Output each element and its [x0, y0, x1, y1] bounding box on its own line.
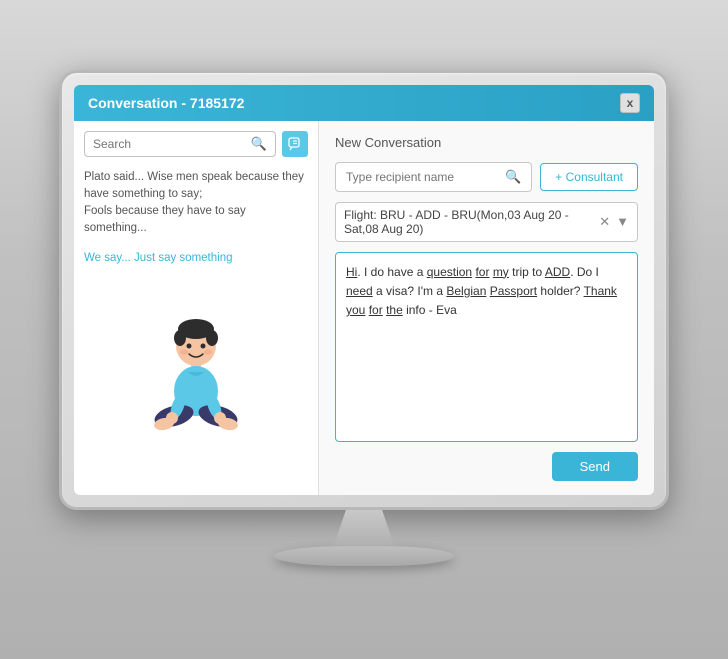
flight-tag-chevron-icon[interactable]: ▼: [616, 214, 629, 229]
search-input-wrap[interactable]: 🔍: [84, 131, 276, 157]
monitor-bezel: Conversation - 7185172 x 🔍: [59, 70, 669, 510]
send-button[interactable]: Send: [552, 452, 638, 481]
tagline: We say... Just say something: [84, 252, 308, 264]
quote-text: Plato said... Wise men speak because the…: [84, 169, 308, 238]
new-conversation-button[interactable]: [282, 131, 308, 157]
right-panel: New Conversation 🔍 + Consultant Flight: …: [319, 121, 654, 495]
recipient-row: 🔍 + Consultant: [335, 162, 638, 192]
recipient-input[interactable]: [346, 170, 505, 184]
message-display[interactable]: Hi. I do have a question for my trip to …: [335, 252, 638, 442]
search-input[interactable]: [93, 137, 251, 151]
recipient-input-wrap[interactable]: 🔍: [335, 162, 532, 192]
app-window: Conversation - 7185172 x 🔍: [74, 85, 654, 495]
window-title: Conversation - 7185172: [88, 95, 244, 111]
monitor-base: [274, 546, 454, 566]
monitor-outer: Conversation - 7185172 x 🔍: [54, 70, 674, 590]
monitor-neck: [334, 510, 394, 546]
avatar-area: [84, 278, 308, 485]
consultant-button[interactable]: + Consultant: [540, 163, 638, 191]
flight-tag-row: Flight: BRU - ADD - BRU(Mon,03 Aug 20 - …: [335, 202, 638, 242]
left-panel: 🔍 P: [74, 121, 319, 495]
new-conversation-title: New Conversation: [335, 135, 638, 150]
search-icon: 🔍: [251, 136, 267, 152]
recipient-search-icon: 🔍: [505, 169, 521, 185]
flight-tag-text: Flight: BRU - ADD - BRU(Mon,03 Aug 20 - …: [344, 208, 599, 236]
close-button[interactable]: x: [620, 93, 640, 113]
new-chat-icon: [288, 137, 302, 151]
content-area: 🔍 P: [74, 121, 654, 495]
avatar: [136, 316, 256, 446]
send-row: Send: [335, 452, 638, 481]
title-bar: Conversation - 7185172 x: [74, 85, 654, 121]
monitor-screen: Conversation - 7185172 x 🔍: [74, 85, 654, 495]
search-bar: 🔍: [84, 131, 308, 157]
flight-tag-close-icon[interactable]: ✕: [599, 214, 610, 230]
